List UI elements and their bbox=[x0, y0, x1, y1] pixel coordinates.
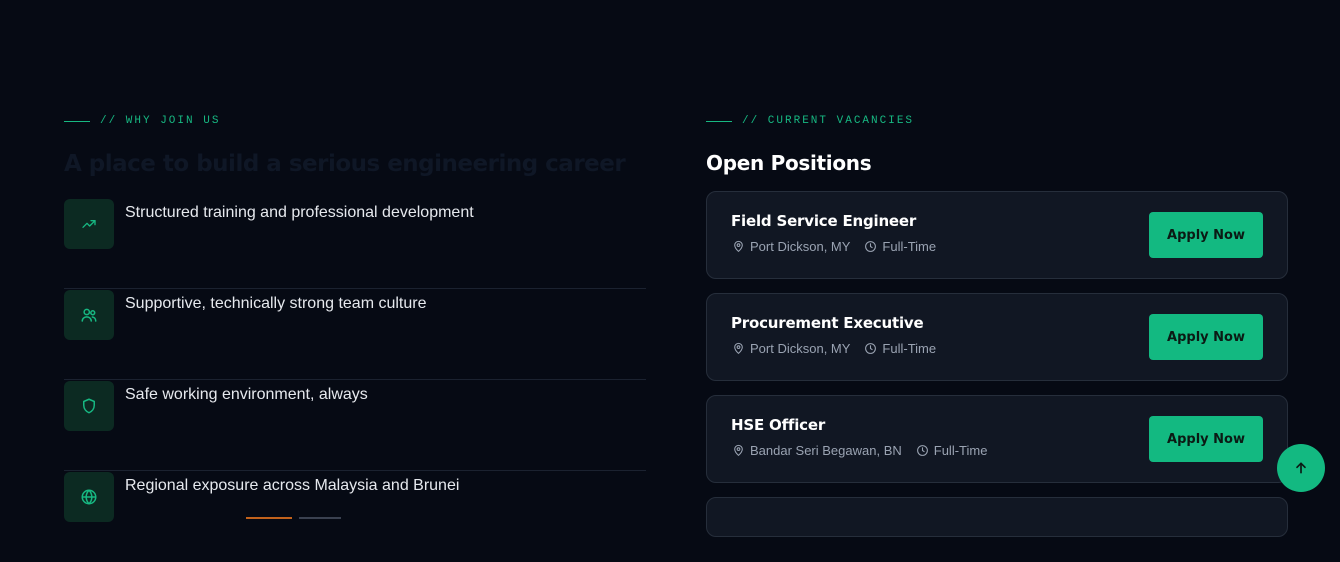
job-location-text: Bandar Seri Begawan, BN bbox=[750, 443, 902, 458]
benefit-item: Supportive, technically strong team cult… bbox=[64, 290, 646, 380]
arrow-up-icon bbox=[1296, 462, 1306, 474]
why-join-section: // WHY JOIN US A place to build a seriou… bbox=[64, 114, 646, 522]
vacancies-eyebrow-text: // CURRENT VACANCIES bbox=[742, 115, 915, 127]
apply-now-button[interactable]: Apply Now bbox=[1149, 416, 1263, 462]
benefit-item: Safe working environment, always bbox=[64, 381, 646, 471]
why-join-eyebrow-text: // WHY JOIN US bbox=[100, 115, 221, 127]
job-title: HSE Officer bbox=[731, 416, 826, 434]
job-type: Full-Time bbox=[864, 341, 936, 356]
job-location: Port Dickson, MY bbox=[732, 239, 850, 254]
eyebrow-line bbox=[64, 120, 90, 122]
benefit-text: Supportive, technically strong team cult… bbox=[125, 295, 427, 312]
map-pin-icon bbox=[734, 240, 743, 252]
apply-now-button[interactable]: Apply Now bbox=[1149, 212, 1263, 258]
benefits-list: Structured training and professional dev… bbox=[64, 199, 646, 562]
job-type: Full-Time bbox=[916, 443, 988, 458]
benefit-item: Structured training and professional dev… bbox=[64, 199, 646, 289]
job-meta: Bandar Seri Begawan, BN Full-Time bbox=[732, 443, 1001, 458]
job-card: Procurement Executive Port Dickson, MY F… bbox=[706, 293, 1288, 381]
job-title: Field Service Engineer bbox=[731, 212, 917, 230]
benefit-text: Regional exposure across Malaysia and Br… bbox=[125, 477, 460, 494]
job-card: HSE Officer Bandar Seri Begawan, BN Full… bbox=[706, 395, 1288, 483]
why-join-heading: A place to build a serious engineering c… bbox=[64, 151, 626, 177]
map-pin-icon bbox=[734, 342, 743, 354]
globe-icon bbox=[64, 472, 114, 522]
scroll-to-top-button[interactable] bbox=[1277, 444, 1325, 492]
job-type-text: Full-Time bbox=[882, 239, 937, 254]
apply-now-button[interactable]: Apply Now bbox=[1149, 314, 1263, 360]
clock-icon bbox=[865, 241, 877, 252]
job-type: Full-Time bbox=[864, 239, 936, 254]
trending-up-icon bbox=[64, 199, 114, 249]
eyebrow-line bbox=[706, 120, 732, 122]
job-meta: Port Dickson, MY Full-Time bbox=[732, 341, 950, 356]
job-title: Procurement Executive bbox=[731, 314, 924, 332]
benefit-text: Structured training and professional dev… bbox=[125, 204, 474, 221]
benefit-text: Safe working environment, always bbox=[125, 386, 368, 403]
open-positions-title: Open Positions bbox=[706, 151, 872, 175]
job-location-text: Port Dickson, MY bbox=[750, 341, 851, 356]
job-location: Port Dickson, MY bbox=[732, 341, 850, 356]
job-location: Bandar Seri Begawan, BN bbox=[732, 443, 902, 458]
job-location-text: Port Dickson, MY bbox=[750, 239, 851, 254]
job-list: Field Service Engineer Port Dickson, MY … bbox=[706, 191, 1288, 537]
job-meta: Port Dickson, MY Full-Time bbox=[732, 239, 950, 254]
users-icon bbox=[64, 290, 114, 340]
shield-icon bbox=[64, 381, 114, 431]
job-type-text: Full-Time bbox=[882, 341, 937, 356]
benefit-item: Regional exposure across Malaysia and Br… bbox=[64, 472, 646, 562]
job-card: Field Service Engineer Port Dickson, MY … bbox=[706, 191, 1288, 279]
map-pin-icon bbox=[734, 444, 743, 456]
vacancies-eyebrow: // CURRENT VACANCIES bbox=[706, 114, 1288, 128]
clock-icon bbox=[865, 343, 877, 354]
vacancies-section: // CURRENT VACANCIES Open Positions Fiel… bbox=[706, 114, 1288, 537]
clock-icon bbox=[916, 445, 928, 456]
job-type-text: Full-Time bbox=[933, 443, 988, 458]
job-card-partial bbox=[706, 497, 1288, 537]
why-join-eyebrow: // WHY JOIN US bbox=[64, 114, 646, 128]
